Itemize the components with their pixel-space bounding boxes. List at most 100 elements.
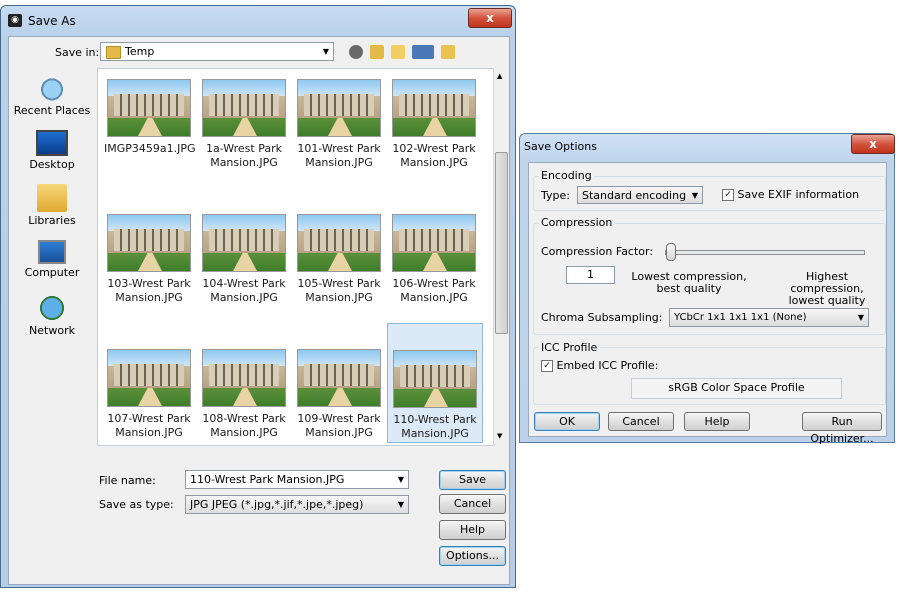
save-button[interactable]: Save <box>439 470 506 490</box>
place-recent-places[interactable]: Recent Places <box>12 74 92 117</box>
file-item[interactable]: 108-Wrest Park Mansion.JPG <box>199 349 289 440</box>
places-bar: Recent Places Desktop Libraries Computer… <box>12 68 92 338</box>
desktop-icon <box>36 130 68 156</box>
file-name: 101-Wrest Park <box>297 142 381 155</box>
scrollbar-thumb[interactable] <box>495 152 508 334</box>
file-item[interactable]: 101-Wrest Park Mansion.JPG <box>294 79 384 170</box>
image-thumbnail <box>297 79 381 137</box>
icc-profile-name: sRGB Color Space Profile <box>631 378 842 399</box>
file-name-line2: Mansion.JPG <box>305 426 373 439</box>
folder-action-icon[interactable] <box>441 45 455 59</box>
place-label: Desktop <box>29 158 75 171</box>
encoding-group-title: Encoding <box>539 169 594 182</box>
icc-profile-group-title: ICC Profile <box>539 341 600 354</box>
scroll-down-icon[interactable]: ▼ <box>497 432 502 440</box>
cancel-button[interactable]: Cancel <box>439 494 506 514</box>
cancel-button[interactable]: Cancel <box>608 412 674 431</box>
compression-factor-input[interactable]: 1 <box>566 266 615 284</box>
save-as-type-value: JPG JPEG (*.jpg,*.jif,*.jpe,*.jpeg) <box>190 498 364 511</box>
note-line: best quality <box>656 282 722 295</box>
save-in-value: Temp <box>125 45 155 58</box>
image-thumbnail <box>202 79 286 137</box>
options-button[interactable]: Options... <box>439 546 506 566</box>
file-name-line2: Mansion.JPG <box>115 426 183 439</box>
file-item[interactable]: 106-Wrest Park Mansion.JPG <box>389 214 479 305</box>
file-name-line2: Mansion.JPG <box>305 291 373 304</box>
help-button[interactable]: Help <box>439 520 506 540</box>
dialog-title: Save Options <box>524 140 597 153</box>
image-thumbnail <box>392 214 476 272</box>
encoding-type-label: Type: <box>541 189 570 202</box>
save-exif-checkbox[interactable]: ✓ Save EXIF information <box>722 188 859 201</box>
file-item[interactable]: 104-Wrest Park Mansion.JPG <box>199 214 289 305</box>
file-item[interactable]: 107-Wrest Park Mansion.JPG <box>104 349 194 440</box>
note-line: lowest quality <box>788 294 866 307</box>
close-button[interactable]: x <box>468 8 512 28</box>
chevron-down-icon[interactable]: ▼ <box>398 471 404 488</box>
image-thumbnail <box>393 350 477 408</box>
scroll-up-icon[interactable]: ▲ <box>497 72 502 80</box>
checkmark-icon: ✓ <box>541 360 553 372</box>
file-item[interactable]: 102-Wrest Park Mansion.JPG <box>389 79 479 170</box>
chevron-down-icon: ▼ <box>322 47 329 56</box>
help-button[interactable]: Help <box>684 412 750 431</box>
file-name-line2: Mansion.JPG <box>400 291 468 304</box>
file-name-value: 110-Wrest Park Mansion.JPG <box>190 473 345 486</box>
image-thumbnail <box>107 214 191 272</box>
save-as-type-label: Save as type: <box>99 498 174 511</box>
save-as-type-dropdown[interactable]: JPG JPEG (*.jpg,*.jif,*.jpe,*.jpeg) ▼ <box>185 495 409 514</box>
file-name-line2: Mansion.JPG <box>210 291 278 304</box>
recent-places-icon <box>37 74 67 102</box>
place-libraries[interactable]: Libraries <box>12 184 92 227</box>
highest-compression-note: Highest compression, lowest quality <box>772 271 882 307</box>
run-optimizer-button[interactable]: Run Optimizer... <box>802 412 882 445</box>
file-list[interactable]: IMGP3459a1.JPG 1a-Wrest Park Mansion.JPG … <box>97 68 495 446</box>
file-item[interactable]: 1a-Wrest Park Mansion.JPG <box>199 79 289 170</box>
image-thumbnail <box>202 349 286 407</box>
file-name-line2: Mansion.JPG <box>115 291 183 304</box>
file-item[interactable]: 105-Wrest Park Mansion.JPG <box>294 214 384 305</box>
libraries-icon <box>37 184 67 212</box>
place-label: Libraries <box>28 214 76 227</box>
up-folder-icon[interactable] <box>370 45 384 59</box>
file-name: 109-Wrest Park <box>297 412 381 425</box>
image-thumbnail <box>107 79 191 137</box>
back-icon[interactable] <box>349 45 363 59</box>
place-computer[interactable]: Computer <box>12 240 92 279</box>
file-name: 102-Wrest Park <box>392 142 476 155</box>
chevron-down-icon: ▼ <box>397 500 404 509</box>
checkmark-icon: ✓ <box>722 189 734 201</box>
encoding-type-dropdown[interactable]: Standard encoding ▼ <box>577 186 703 204</box>
file-item[interactable]: 109-Wrest Park Mansion.JPG <box>294 349 384 440</box>
title-bar[interactable]: ◉ Save As x <box>1 6 515 34</box>
place-desktop[interactable]: Desktop <box>12 130 92 171</box>
encoding-type-value: Standard encoding <box>582 189 687 202</box>
image-thumbnail <box>392 79 476 137</box>
file-item-selected[interactable]: 110-Wrest Park Mansion.JPG <box>387 323 483 443</box>
file-item[interactable]: IMGP3459a1.JPG <box>104 79 196 156</box>
file-name-line2: Mansion.JPG <box>401 427 469 440</box>
compression-group-title: Compression <box>539 216 615 229</box>
place-label: Network <box>29 324 75 337</box>
compression-factor-label: Compression Factor: <box>541 245 654 258</box>
window-title: Save As <box>28 14 76 28</box>
file-name-input[interactable]: 110-Wrest Park Mansion.JPG ▼ <box>185 470 409 489</box>
ok-button[interactable]: OK <box>534 412 600 431</box>
save-in-dropdown[interactable]: Temp ▼ <box>100 42 334 61</box>
close-button[interactable]: x <box>851 134 895 154</box>
compression-slider-thumb[interactable] <box>666 243 676 261</box>
note-line: Highest compression, <box>790 270 864 295</box>
place-network[interactable]: Network <box>12 294 92 337</box>
chroma-subsampling-dropdown[interactable]: YCbCr 1x1 1x1 1x1 (None) ▼ <box>669 308 869 327</box>
file-name: 104-Wrest Park <box>202 277 286 290</box>
embed-icc-checkbox[interactable]: ✓ Embed ICC Profile: <box>541 359 658 372</box>
view-menu-icon[interactable] <box>412 45 434 59</box>
file-name: 110-Wrest Park <box>393 413 477 426</box>
new-folder-icon[interactable] <box>391 45 405 59</box>
file-name-label: File name: <box>99 474 156 487</box>
computer-icon <box>38 240 66 264</box>
network-icon <box>37 294 67 322</box>
file-name: 106-Wrest Park <box>392 277 476 290</box>
compression-slider-track[interactable] <box>665 250 865 255</box>
file-item[interactable]: 103-Wrest Park Mansion.JPG <box>104 214 194 305</box>
